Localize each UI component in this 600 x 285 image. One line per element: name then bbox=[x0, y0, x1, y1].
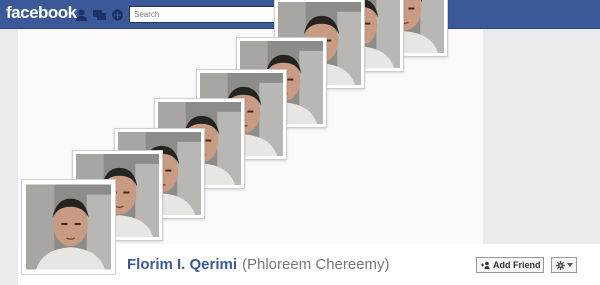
friend-requests-icon[interactable] bbox=[75, 8, 88, 21]
add-friend-label: Add Friend bbox=[493, 260, 541, 270]
notifications-icon[interactable] bbox=[111, 8, 124, 21]
profile-name[interactable]: Florim I. Qerimi bbox=[127, 256, 237, 273]
add-friend-button[interactable]: Add Friend bbox=[476, 257, 544, 273]
facebook-logo[interactable]: facebook bbox=[6, 3, 77, 23]
profile-picture[interactable] bbox=[21, 179, 116, 275]
chevron-down-icon bbox=[566, 263, 573, 267]
settings-dropdown-button[interactable] bbox=[551, 257, 577, 273]
add-friend-icon bbox=[481, 261, 490, 269]
messages-icon[interactable] bbox=[93, 8, 106, 20]
profile-alternate-name: (Phloreem Chereemy) bbox=[242, 256, 390, 273]
gear-icon bbox=[555, 260, 565, 270]
